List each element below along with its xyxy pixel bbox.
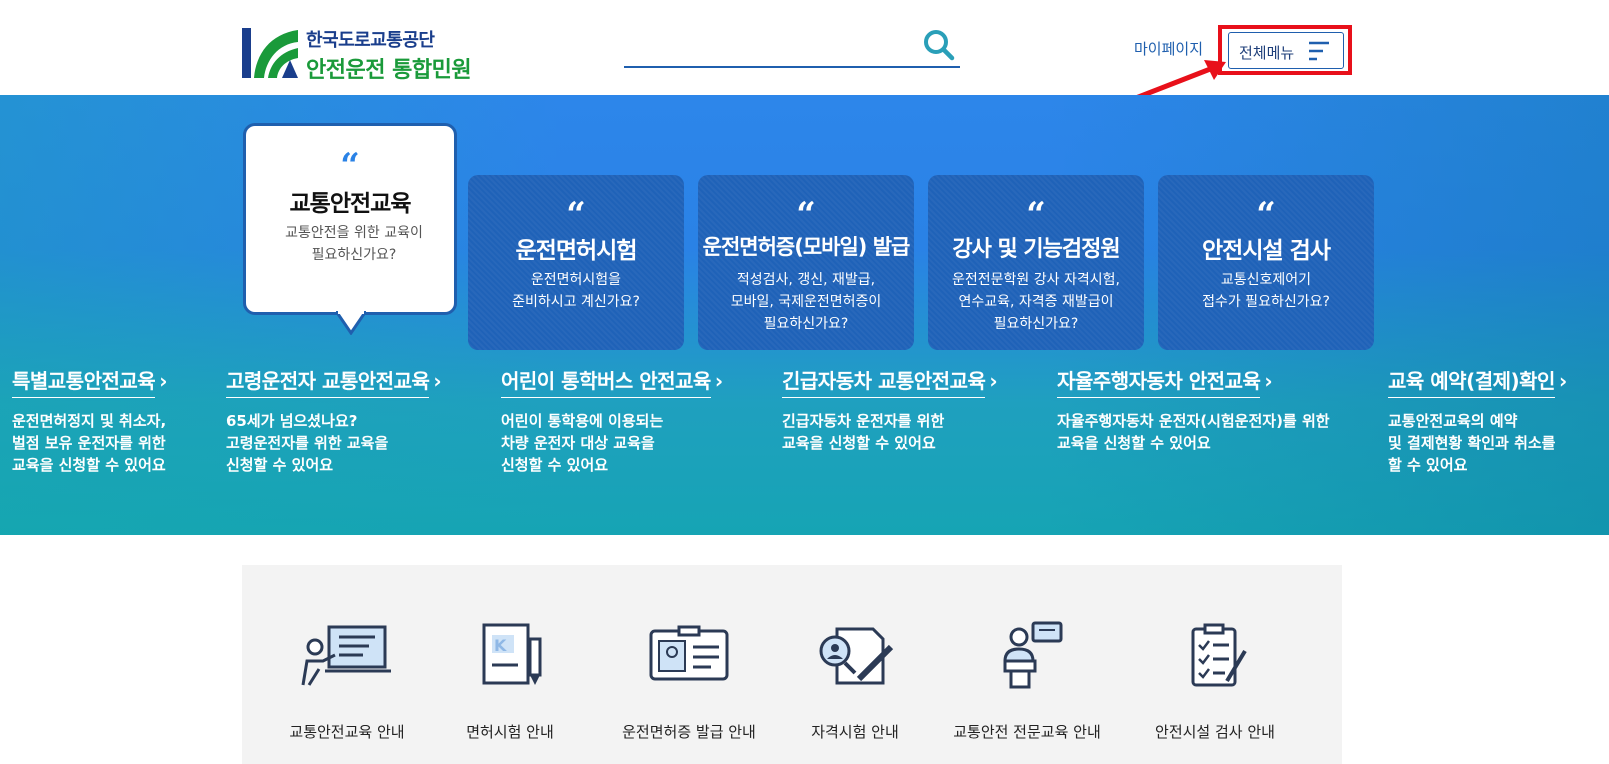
all-menu-button[interactable]: 전체메뉴 <box>1228 32 1344 69</box>
quote-icon: “ <box>1256 195 1276 235</box>
card-instructor-examiner[interactable]: “ 강사 및 기능검정원 운전전문학원 강사 자격시험, 연수교육, 자격증 재… <box>928 175 1144 350</box>
header: 한국도로교통공단 안전운전 통합민원 마이페이지 전체메뉴 <box>0 0 1609 111</box>
logo-org-name: 한국도로교통공단 <box>306 30 435 51</box>
hamburger-icon <box>1309 41 1329 61</box>
search-button[interactable] <box>922 28 956 62</box>
link-school-bus-education[interactable]: 어린이 통학버스 안전교육 › 어린이 통학용에 이용되는 차량 운전자 대상 교… <box>501 365 723 476</box>
speaker-icon <box>1003 621 1063 689</box>
guide-item-education[interactable]: 교통안전교육 안내 <box>262 621 432 751</box>
guide-item-label: 자격시험 안내 <box>811 723 899 741</box>
card-description: 운전전문학원 강사 자격시험, 연수교육, 자격증 재발급이 필요하신가요? <box>952 272 1120 332</box>
link-title: 긴급자동차 교통안전교육 <box>782 365 986 398</box>
guide-item-expert-education[interactable]: 교통안전 전문교육 안내 <box>942 621 1112 751</box>
chevron-right-icon: › <box>433 369 442 393</box>
chevron-right-icon: › <box>1264 369 1273 393</box>
link-autonomous-vehicle-education[interactable]: 자율주행자동차 안전교육 › 자율주행자동차 운전자(시험운전자)를 위한 교육을… <box>1057 365 1330 454</box>
card-traffic-safety-education[interactable]: “ 교통안전교육 교통안전을 위한 교육이 필요하신가요? <box>243 123 457 315</box>
search-bar <box>624 26 960 68</box>
link-description: 교통안전교육의 예약 및 결제현황 확인과 취소를 할 수 있어요 <box>1388 412 1556 474</box>
guide-item-license-issuance[interactable]: 운전면허증 발급 안내 <box>604 621 774 751</box>
link-reservation-check[interactable]: 교육 예약(결제)확인 › 교통안전교육의 예약 및 결제현황 확인과 취소를 할… <box>1388 365 1567 476</box>
guide-item-license-exam[interactable]: K 면허시험 안내 <box>425 621 595 751</box>
card-title: 강사 및 기능검정원 <box>952 237 1120 262</box>
link-title: 교육 예약(결제)확인 <box>1388 365 1555 398</box>
card-description: 적성검사, 갱신, 재발급, 모바일, 국제운전면허증이 필요하신가요? <box>730 272 882 332</box>
logo-service-name: 안전운전 통합민원 <box>306 58 472 83</box>
quote-icon: “ <box>1026 195 1046 235</box>
guide-item-label: 교통안전 전문교육 안내 <box>953 723 1101 741</box>
card-description: 교통신호제어기 접수가 필요하신가요? <box>1202 272 1330 310</box>
card-description: 운전면허시험을 준비하시고 계신가요? <box>512 272 640 310</box>
chevron-right-icon: › <box>1558 369 1568 393</box>
link-title: 특별교통안전교육 <box>12 365 156 398</box>
card-title: 운전면허시험 <box>515 238 638 264</box>
chevron-right-icon: › <box>159 369 168 393</box>
hero-section: “ 교통안전교육 교통안전을 위한 교육이 필요하신가요? “ 운전면허시험 운… <box>0 95 1609 535</box>
link-title: 자율주행자동차 안전교육 <box>1057 365 1261 398</box>
search-input[interactable] <box>624 30 904 64</box>
page: 한국도로교통공단 안전운전 통합민원 마이페이지 전체메뉴 “ 교통안전교육 교… <box>0 0 1609 764</box>
id-card-icon <box>649 625 729 681</box>
svg-text:K: K <box>494 636 507 655</box>
guide-item-label: 안전시설 검사 안내 <box>1155 723 1275 741</box>
link-description: 운전면허정지 및 취소자, 벌점 보유 운전자를 위한 교육을 신청할 수 있어… <box>12 412 167 474</box>
link-description: 어린이 통학용에 이용되는 차량 운전자 대상 교육을 신청할 수 있어요 <box>501 412 664 474</box>
checklist-icon <box>1191 623 1247 687</box>
quote-icon: “ <box>566 195 586 235</box>
chevron-right-icon: › <box>714 369 724 393</box>
exam-icon <box>819 627 894 685</box>
card-title: 운전면허증(모바일) 발급 <box>702 235 911 259</box>
lecture-icon <box>301 625 391 686</box>
card-title: 교통안전교육 <box>289 191 412 217</box>
speech-tail-icon <box>336 311 366 335</box>
card-license-exam[interactable]: “ 운전면허시험 운전면허시험을 준비하시고 계신가요? <box>468 175 684 350</box>
card-safety-facility-inspection[interactable]: “ 안전시설 검사 교통신호제어기 접수가 필요하신가요? <box>1158 175 1374 350</box>
search-icon <box>924 30 955 61</box>
link-title: 고령운전자 교통안전교육 <box>226 365 430 398</box>
link-special-education[interactable]: 특별교통안전교육 › 운전면허정지 및 취소자, 벌점 보유 운전자를 위한 교육… <box>12 365 167 476</box>
card-title: 안전시설 검사 <box>1202 238 1331 264</box>
guide-item-safety-facility[interactable]: 안전시설 검사 안내 <box>1130 621 1300 751</box>
link-emergency-vehicle-education[interactable]: 긴급자동차 교통안전교육 › 긴급자동차 운전자를 위한 교육을 신청할 수 있어… <box>782 365 998 454</box>
link-elderly-driver-education[interactable]: 고령운전자 교통안전교육 › 65세가 넘으셨나요? 고령운전자를 위한 교육을 … <box>226 365 442 476</box>
guide-item-label: 면허시험 안내 <box>466 723 554 741</box>
site-logo[interactable]: 한국도로교통공단 안전운전 통합민원 <box>242 26 492 83</box>
card-license-issuance[interactable]: “ 운전면허증(모바일) 발급 적성검사, 갱신, 재발급, 모바일, 국제운전… <box>698 175 914 350</box>
chevron-right-icon: › <box>989 369 998 393</box>
card-description: 교통안전을 위한 교육이 필요하신가요? <box>285 225 423 263</box>
guide-item-qualification-exam[interactable]: 자격시험 안내 <box>770 621 940 751</box>
license-book-icon: K <box>482 623 542 685</box>
link-description: 긴급자동차 운전자를 위한 교육을 신청할 수 있어요 <box>782 412 945 452</box>
guide-section: 교통안전교육 안내 K 면허시험 안내 운전면허증 발급 안내 자격시험 안내 … <box>242 565 1342 764</box>
quote-icon: “ <box>340 146 360 186</box>
logo-mark-icon <box>242 28 298 78</box>
link-description: 65세가 넘으셨나요? 고령운전자를 위한 교육을 신청할 수 있어요 <box>226 412 389 474</box>
all-menu-label: 전체메뉴 <box>1239 44 1295 62</box>
link-title: 어린이 통학버스 안전교육 <box>501 365 711 398</box>
guide-item-label: 교통안전교육 안내 <box>289 723 405 741</box>
quote-icon: “ <box>796 195 816 235</box>
guide-item-label: 운전면허증 발급 안내 <box>622 723 756 741</box>
link-description: 자율주행자동차 운전자(시험운전자)를 위한 교육을 신청할 수 있어요 <box>1057 412 1330 452</box>
